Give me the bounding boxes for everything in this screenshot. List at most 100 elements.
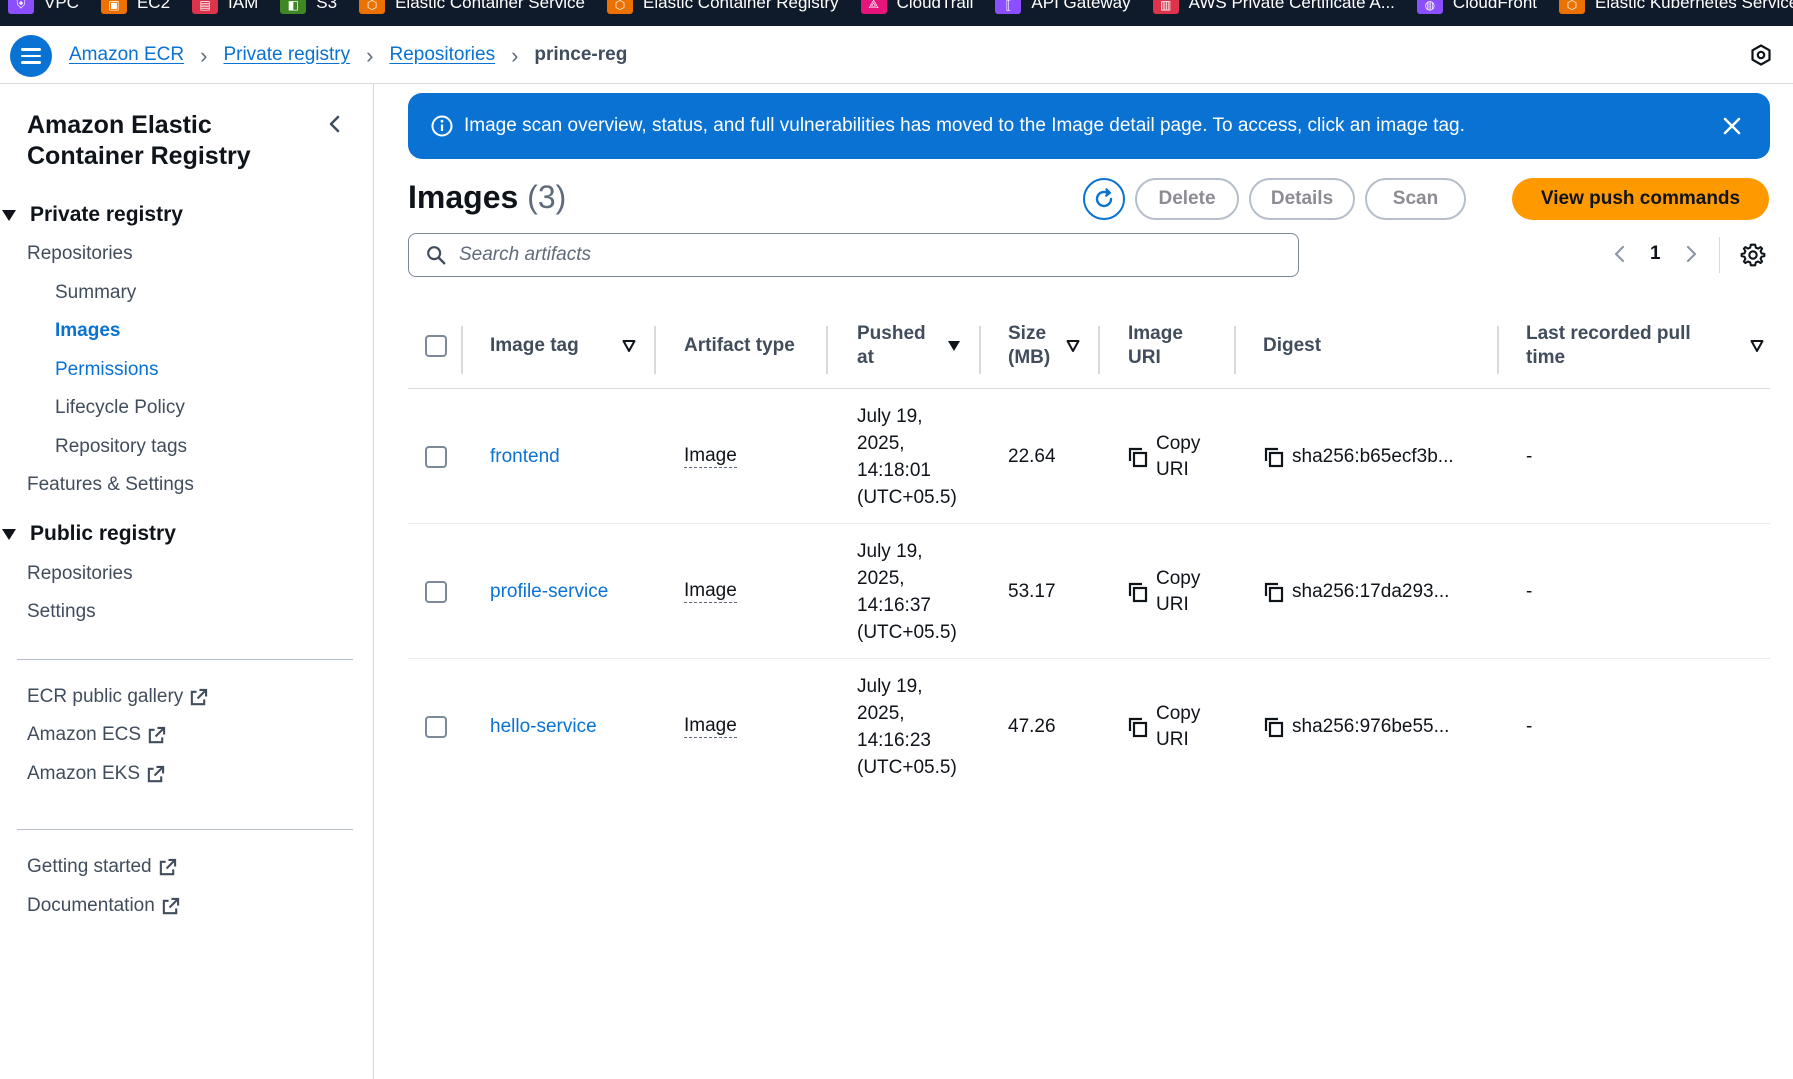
copy-uri-button[interactable]: Copy URI xyxy=(1126,524,1200,659)
main-content: Image scan overview, status, and full vu… xyxy=(374,84,1793,1079)
close-icon[interactable] xyxy=(1720,114,1744,138)
link-label: Amazon EKS xyxy=(27,763,140,784)
column-header-artifact-type[interactable]: Artifact type xyxy=(684,303,795,389)
favorite-label: S3 xyxy=(316,0,338,12)
sidebar-item-repository-tags[interactable]: Repository tags xyxy=(55,436,187,458)
sort-down-outline-icon[interactable] xyxy=(622,339,636,353)
section-public-registry[interactable]: Public registry xyxy=(0,522,176,546)
chevron-right-icon[interactable] xyxy=(1681,242,1701,266)
breadcrumb: Amazon ECR › Private registry › Reposito… xyxy=(69,26,627,84)
image-tag-link[interactable]: frontend xyxy=(490,443,560,470)
search-input[interactable] xyxy=(459,244,1279,266)
favorite-ecr[interactable]: ⬡ Elastic Container Registry xyxy=(607,0,839,26)
refresh-button[interactable] xyxy=(1083,178,1125,220)
link-getting-started[interactable]: Getting started xyxy=(27,856,177,878)
sort-down-outline-icon[interactable] xyxy=(1750,339,1764,353)
digest-cell[interactable]: sha256:b65ecf3b... xyxy=(1262,389,1454,524)
table-header: Image tag Artifact type Pushed at Size (… xyxy=(408,303,1770,389)
favorite-cloudfront[interactable]: ◍ CloudFront xyxy=(1416,0,1538,26)
breadcrumb-private-registry[interactable]: Private registry xyxy=(223,44,350,66)
favorite-private-ca[interactable]: ▥ AWS Private Certificate A... xyxy=(1152,0,1395,26)
view-push-commands-button[interactable]: View push commands xyxy=(1512,178,1769,220)
image-tag-link[interactable]: hello-service xyxy=(490,713,597,740)
sidebar-item-repositories[interactable]: Repositories xyxy=(27,243,133,265)
digest-cell[interactable]: sha256:976be55... xyxy=(1262,659,1449,794)
sidebar-item-public-repositories[interactable]: Repositories xyxy=(27,563,133,585)
favorite-label: Elastic Kubernetes Service xyxy=(1595,0,1793,12)
search-field[interactable] xyxy=(408,233,1299,277)
favorite-s3[interactable]: ◧ S3 xyxy=(280,0,337,26)
gear-icon[interactable] xyxy=(1740,242,1766,268)
favorite-cloudtrail[interactable]: ⟁ CloudTrail xyxy=(860,0,973,26)
section-private-registry[interactable]: Private registry xyxy=(0,203,183,227)
pager-divider xyxy=(1719,237,1720,273)
link-amazon-ecs[interactable]: Amazon ECS xyxy=(27,724,166,746)
sidebar-item-lifecycle-policy[interactable]: Lifecycle Policy xyxy=(55,397,185,419)
breadcrumb-repositories[interactable]: Repositories xyxy=(389,44,495,66)
ecs-icon: ⬡ xyxy=(359,0,386,14)
sort-descending-icon[interactable] xyxy=(947,339,961,353)
scan-button[interactable]: Scan xyxy=(1365,178,1466,220)
favorite-api-gateway[interactable]: ⟦ API Gateway xyxy=(995,0,1131,26)
link-amazon-eks[interactable]: Amazon EKS xyxy=(27,763,165,785)
favorite-eks[interactable]: ⬡ Elastic Kubernetes Service xyxy=(1559,0,1793,26)
column-header-size[interactable]: Size (MB) xyxy=(1008,303,1050,389)
sidebar: Amazon Elastic Container Registry Privat… xyxy=(0,84,374,1079)
artifact-type[interactable]: Image xyxy=(684,580,737,603)
info-icon xyxy=(431,115,453,137)
select-all-checkbox[interactable] xyxy=(425,335,447,357)
header-line: (MB) xyxy=(1008,347,1051,368)
sidebar-item-public-settings[interactable]: Settings xyxy=(27,601,96,623)
favorite-ecs[interactable]: ⬡ Elastic Container Service xyxy=(359,0,585,26)
favorite-vpc[interactable]: ⛨ VPC xyxy=(8,0,79,26)
external-link-icon xyxy=(148,726,166,743)
column-header-image-tag[interactable]: Image tag xyxy=(490,303,579,389)
refresh-icon xyxy=(1095,188,1113,208)
row-checkbox[interactable] xyxy=(425,580,447,603)
row-select-cell xyxy=(425,389,447,524)
details-button[interactable]: Details xyxy=(1249,178,1355,220)
table-row[interactable]: frontend Image July 19, 2025, 14:18:01 (… xyxy=(408,389,1770,524)
row-checkbox[interactable] xyxy=(425,715,447,738)
column-header-pushed-at[interactable]: Pushed at xyxy=(857,303,926,389)
favorites-bar: ⛨ VPC ▣ EC2 ▤ IAM ◧ S3 ⬡ Elastic Contain… xyxy=(0,0,1793,26)
image-tag-link[interactable]: profile-service xyxy=(490,578,608,605)
table-row[interactable]: profile-service Image July 19, 2025, 14:… xyxy=(408,524,1770,659)
delete-button[interactable]: Delete xyxy=(1135,178,1239,220)
table-row[interactable]: hello-service Image July 19, 2025, 14:16… xyxy=(408,659,1770,794)
sort-down-outline-icon[interactable] xyxy=(1066,339,1080,353)
favorite-label: Elastic Container Service xyxy=(395,0,585,12)
copy-uri-button[interactable]: Copy URI xyxy=(1126,659,1200,794)
copy-uri-label: Copy URI xyxy=(1156,566,1200,618)
sidebar-item-permissions[interactable]: Permissions xyxy=(55,359,158,381)
pushed-time: 14:18:01 xyxy=(857,459,931,481)
menu-button[interactable] xyxy=(10,35,52,77)
copy-icon xyxy=(1128,717,1148,737)
last-pull-time: - xyxy=(1526,581,1533,602)
info-flashbar: Image scan overview, status, and full vu… xyxy=(408,93,1770,159)
hexagon-settings-icon[interactable] xyxy=(1749,43,1773,67)
sidebar-title: Amazon Elastic Container Registry xyxy=(27,111,251,170)
breadcrumb-amazon-ecr[interactable]: Amazon ECR xyxy=(69,44,184,66)
artifact-type[interactable]: Image xyxy=(684,445,737,468)
column-header-last-pull-time[interactable]: Last recorded pull time xyxy=(1526,303,1691,389)
sidebar-item-images[interactable]: Images xyxy=(55,320,120,342)
link-documentation[interactable]: Documentation xyxy=(27,895,180,917)
sidebar-divider xyxy=(17,659,353,660)
chevron-left-icon[interactable] xyxy=(1610,242,1630,266)
digest-cell[interactable]: sha256:17da293... xyxy=(1262,524,1449,659)
favorite-ec2[interactable]: ▣ EC2 xyxy=(100,0,170,26)
row-checkbox[interactable] xyxy=(425,445,447,468)
header-line: time xyxy=(1526,347,1566,368)
caret-down-icon xyxy=(2,209,16,221)
page-number[interactable]: 1 xyxy=(1650,243,1661,265)
artifact-type[interactable]: Image xyxy=(684,715,737,738)
favorite-iam[interactable]: ▤ IAM xyxy=(192,0,258,26)
copy-uri-button[interactable]: Copy URI xyxy=(1126,389,1200,524)
sidebar-item-features-settings[interactable]: Features & Settings xyxy=(27,474,194,496)
link-ecr-public-gallery[interactable]: ECR public gallery xyxy=(27,686,208,708)
sidebar-item-summary[interactable]: Summary xyxy=(55,282,136,304)
favorite-label: CloudFront xyxy=(1452,0,1538,12)
favorite-label: VPC xyxy=(44,0,79,12)
chevron-left-icon[interactable] xyxy=(323,112,347,136)
